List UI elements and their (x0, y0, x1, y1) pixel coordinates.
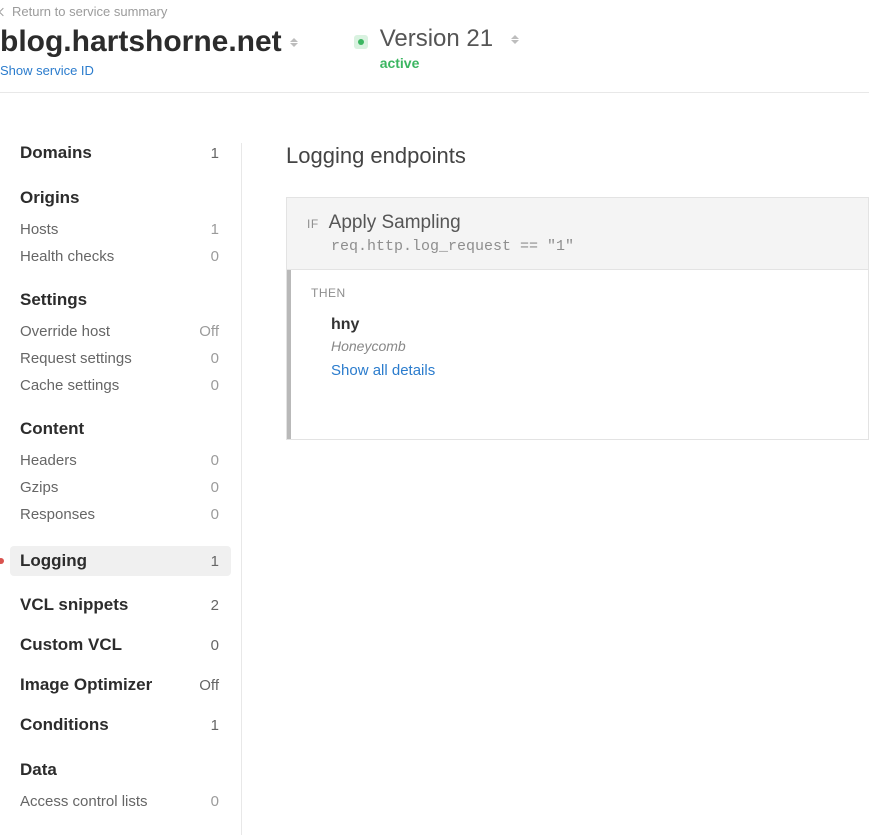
header: blog.hartshorne.net Show service ID Vers… (0, 25, 869, 93)
show-service-id-link[interactable]: Show service ID (0, 63, 298, 78)
service-switcher-icon[interactable] (290, 38, 298, 47)
return-link-label: Return to service summary (12, 4, 167, 19)
status-dot-icon (354, 35, 368, 49)
sidebar-section-data: Data (10, 740, 241, 788)
condition-if-block: IF Apply Sampling req.http.log_request =… (287, 198, 868, 270)
sidebar-item-gzips[interactable]: Gzips 0 (10, 474, 231, 501)
sidebar-item-acls[interactable]: Access control lists 0 (10, 788, 231, 815)
version-switcher-icon[interactable] (511, 35, 519, 44)
condition-name: Apply Sampling (329, 212, 461, 234)
condition-expression: req.http.log_request == "1" (331, 238, 848, 255)
then-keyword: THEN (311, 286, 848, 300)
version-status: active (380, 55, 519, 71)
version-label: Version 21 (380, 25, 493, 53)
sidebar-item-image-optimizer[interactable]: Image Optimizer Off (10, 670, 231, 700)
sidebar-section-origins: Origins (10, 168, 241, 216)
sidebar-section-settings: Settings (10, 270, 241, 318)
sidebar-item-request-settings[interactable]: Request settings 0 (10, 345, 231, 372)
sidebar-item-headers[interactable]: Headers 0 (10, 447, 231, 474)
sidebar: Domains 1 Origins Hosts 1 Health checks … (10, 143, 242, 835)
condition-then-block: THEN hny Honeycomb Show all details (287, 270, 868, 439)
sidebar-item-logging[interactable]: Logging 1 (10, 546, 231, 576)
if-keyword: IF (307, 217, 319, 231)
page-title: Logging endpoints (286, 143, 869, 169)
sidebar-item-cache-settings[interactable]: Cache settings 0 (10, 372, 231, 399)
service-title: blog.hartshorne.net (0, 25, 282, 59)
endpoint-type: Honeycomb (331, 338, 848, 354)
sidebar-item-responses[interactable]: Responses 0 (10, 501, 231, 528)
sidebar-item-custom-vcl[interactable]: Custom VCL 0 (10, 630, 231, 660)
chevron-left-icon (0, 7, 7, 15)
condition-card: IF Apply Sampling req.http.log_request =… (286, 197, 869, 440)
endpoint-name: hny (331, 316, 848, 334)
sidebar-item-override-host[interactable]: Override host Off (10, 318, 231, 345)
main-panel: Logging endpoints IF Apply Sampling req.… (242, 143, 869, 835)
return-link[interactable]: Return to service summary (0, 0, 869, 25)
sidebar-item-hosts[interactable]: Hosts 1 (10, 216, 231, 243)
sidebar-item-domains[interactable]: Domains 1 (10, 143, 231, 168)
sidebar-section-content: Content (10, 399, 241, 447)
sidebar-item-health-checks[interactable]: Health checks 0 (10, 243, 231, 270)
sidebar-item-conditions[interactable]: Conditions 1 (10, 710, 231, 740)
show-details-link[interactable]: Show all details (331, 362, 848, 379)
sidebar-item-vcl-snippets[interactable]: VCL snippets 2 (10, 590, 231, 620)
